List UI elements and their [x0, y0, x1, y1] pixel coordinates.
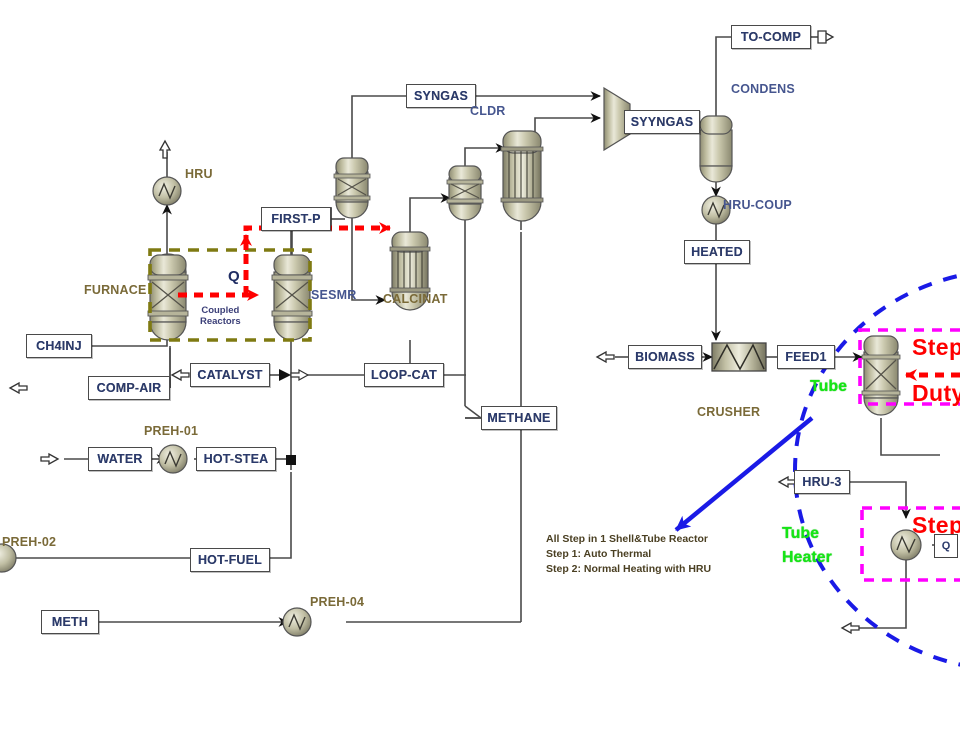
unit-label-preh-04: PREH-04 [310, 595, 365, 609]
unit-label-preh-01: PREH-01 [144, 424, 199, 438]
coupled-line-1: Coupled [201, 305, 240, 316]
steam-valve [286, 455, 296, 465]
stream-block-syyngas[interactable]: SYYNGAS [624, 110, 700, 134]
stream-block-biomass[interactable]: BIOMASS [628, 345, 702, 369]
tube-heater-line-2: Heater [782, 549, 832, 566]
stream-block-comp-air[interactable]: COMP-AIR [88, 376, 170, 400]
note-line-1: All Step in 1 Shell&Tube Reactor [546, 533, 709, 545]
stream-block-to-comp[interactable]: TO-COMP [731, 25, 811, 49]
stream-label: COMP-AIR [96, 380, 162, 395]
unit-label-hru: HRU [185, 167, 213, 181]
unit-label-calcinat: CALCINAT [383, 292, 448, 306]
stream-label: HRU-3 [802, 474, 842, 489]
stream-block-catalyst[interactable]: CATALYST [190, 363, 270, 387]
unit-label-preh-02: PREH-02 [2, 535, 57, 549]
stream-label: FIRST-P [271, 211, 321, 226]
stream-label: LOOP-CAT [371, 367, 437, 382]
stream-block-water[interactable]: WATER [88, 447, 152, 471]
stream-block-first-p[interactable]: FIRST-P [261, 207, 331, 231]
unit-label-cldr: CLDR [470, 104, 506, 118]
unit-label-condens: CONDENS [731, 82, 795, 96]
coupled-line-2: Reactors [200, 316, 241, 327]
cldr-small-reactor [333, 157, 371, 219]
unit-label-hru-coup: HRU-COUP [723, 198, 792, 212]
stream-block-syngas[interactable]: SYNGAS [406, 84, 476, 108]
stream-label: METH [51, 614, 89, 629]
unit-label-sesmr: SESMR [311, 288, 357, 302]
stream-label: WATER [97, 451, 143, 466]
sesmr-vessel [271, 254, 313, 341]
q-duty-box[interactable]: Q [934, 534, 958, 558]
stream-label: CATALYST [197, 367, 263, 382]
step1-duty-label: Duty [912, 380, 960, 406]
stream-label: TO-COMP [740, 29, 802, 44]
callout-arrow [674, 416, 814, 532]
stream-label: BIOMASS [635, 349, 695, 364]
secondary-reactor [446, 165, 484, 221]
tube-heater-label: Tube Heater [782, 522, 832, 570]
stream-block-hot-fuel[interactable]: HOT-FUEL [190, 548, 270, 572]
stream-label: HEATED [691, 244, 743, 259]
stream-label: CH4INJ [36, 338, 82, 353]
stream-block-hot-stea[interactable]: HOT-STEA [196, 447, 276, 471]
stream-label: HOT-STEA [203, 451, 269, 466]
tube-heater-line-1: Tube [782, 525, 820, 542]
note-line-2: Step 1: Auto Thermal [546, 548, 652, 560]
stream-label: HOT-FUEL [197, 552, 263, 567]
duty-q-label: Q [228, 268, 240, 285]
stream-block-heated[interactable]: HEATED [684, 240, 750, 264]
tube-label: Tube [810, 378, 848, 395]
stream-label: FEED1 [785, 349, 827, 364]
cldr-tube-reactor [500, 130, 544, 222]
stream-block-meth[interactable]: METH [41, 610, 99, 634]
flowsheet-canvas: TO-COMP SYNGAS FIRST-P HEATED CH4INJ BIO… [0, 0, 960, 750]
stream-block-hru-3[interactable]: HRU-3 [794, 470, 850, 494]
stream-label: METHANE [487, 410, 551, 425]
stream-label: SYYNGAS [630, 114, 694, 129]
preh-01-exchanger [158, 444, 188, 474]
stream-block-feed1[interactable]: FEED1 [777, 345, 835, 369]
stream-label: SYNGAS [414, 88, 468, 103]
condens-vessel [699, 115, 733, 183]
note-line-3: Step 2: Normal Heating with HRU [546, 563, 712, 575]
crusher-unit [711, 342, 767, 372]
stream-block-ch4inj[interactable]: CH4INJ [26, 334, 92, 358]
catalyst-mixer [279, 368, 310, 382]
hru-exchanger [152, 176, 182, 206]
unit-label-crusher: CRUSHER [697, 405, 761, 419]
step1-label: Step 1 [912, 334, 960, 360]
preh-04-exchanger [282, 607, 312, 637]
unit-label-furnace: FURNACE [84, 283, 147, 297]
stream-block-methane[interactable]: METHANE [481, 406, 557, 430]
coupled-reactors-caption: Coupled Reactors [200, 305, 241, 327]
stream-block-loop-cat[interactable]: LOOP-CAT [364, 363, 444, 387]
flowsheet-note: All Step in 1 Shell&Tube Reactor Step 1:… [546, 532, 711, 577]
